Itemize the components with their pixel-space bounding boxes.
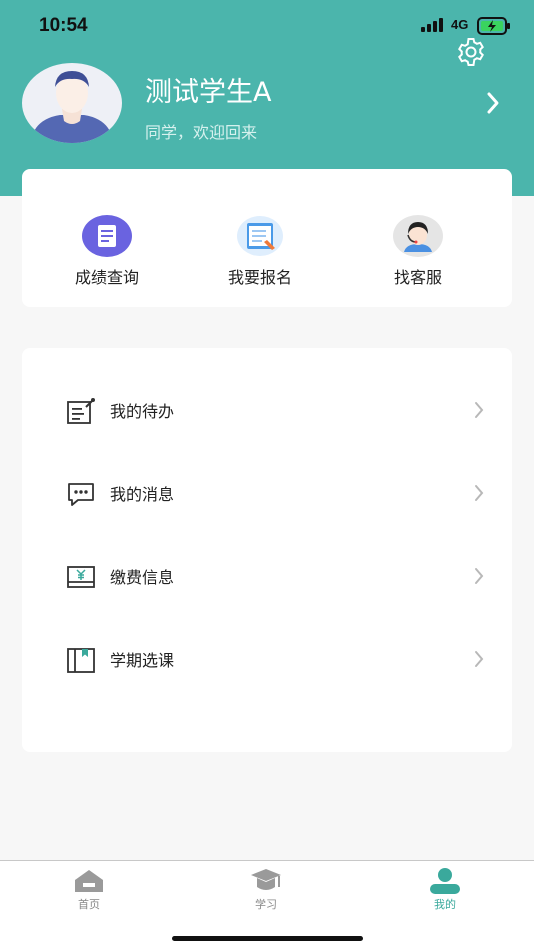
network-label: 4G (451, 17, 469, 32)
payment-icon (67, 566, 95, 588)
menu-card: 我的待办 我的消息 缴费信息 学期选课 (22, 348, 512, 752)
signup-form-icon (234, 214, 286, 258)
menu-item-label: 我的消息 (110, 485, 175, 504)
quick-action-label: 我要报名 (227, 268, 292, 287)
status-bar: 10:54 4G (0, 0, 534, 52)
avatar[interactable] (22, 63, 122, 143)
signal-icon (421, 18, 443, 32)
todo-icon (67, 398, 95, 424)
tab-mine[interactable]: 我的 (405, 867, 485, 913)
quick-action-label: 成绩查询 (74, 268, 139, 287)
home-icon (72, 867, 106, 895)
tab-label: 学习 (255, 898, 277, 911)
menu-item-label: 缴费信息 (110, 568, 175, 587)
status-time: 10:54 (39, 15, 88, 36)
user-avatar-icon (30, 71, 114, 143)
menu-item-courses[interactable]: 学期选课 (22, 629, 512, 689)
chevron-right-icon (475, 651, 484, 667)
tab-label: 首页 (78, 898, 100, 911)
quick-actions-card: 成绩查询 我要报名 找客服 (22, 169, 512, 307)
battery-icon (477, 17, 510, 35)
tab-label: 我的 (434, 898, 456, 911)
menu-item-todo[interactable]: 我的待办 (22, 380, 512, 440)
menu-item-messages[interactable]: 我的消息 (22, 463, 512, 523)
chevron-right-icon (475, 485, 484, 501)
customer-service-icon (392, 214, 444, 258)
tab-study[interactable]: 学习 (226, 867, 306, 913)
quick-action-support[interactable]: 找客服 (348, 214, 488, 294)
message-icon (68, 483, 94, 506)
gear-icon[interactable] (455, 36, 487, 68)
user-name: 测试学生A (145, 77, 272, 108)
menu-item-payment[interactable]: 缴费信息 (22, 546, 512, 606)
greeting-text: 同学，欢迎回来 (145, 123, 258, 142)
chevron-right-icon (475, 402, 484, 418)
quick-action-label: 找客服 (393, 268, 442, 287)
chevron-right-icon (475, 568, 484, 584)
tab-home[interactable]: 首页 (49, 867, 129, 913)
graduation-cap-icon (249, 867, 283, 895)
home-indicator (172, 936, 363, 941)
menu-item-label: 学期选课 (110, 651, 175, 670)
chevron-right-icon[interactable] (486, 90, 500, 116)
course-book-icon (67, 648, 95, 673)
person-icon (428, 867, 462, 895)
document-icon (81, 214, 133, 258)
quick-action-signup[interactable]: 我要报名 (190, 214, 330, 294)
quick-action-grades[interactable]: 成绩查询 (37, 214, 177, 294)
menu-item-label: 我的待办 (110, 402, 175, 421)
